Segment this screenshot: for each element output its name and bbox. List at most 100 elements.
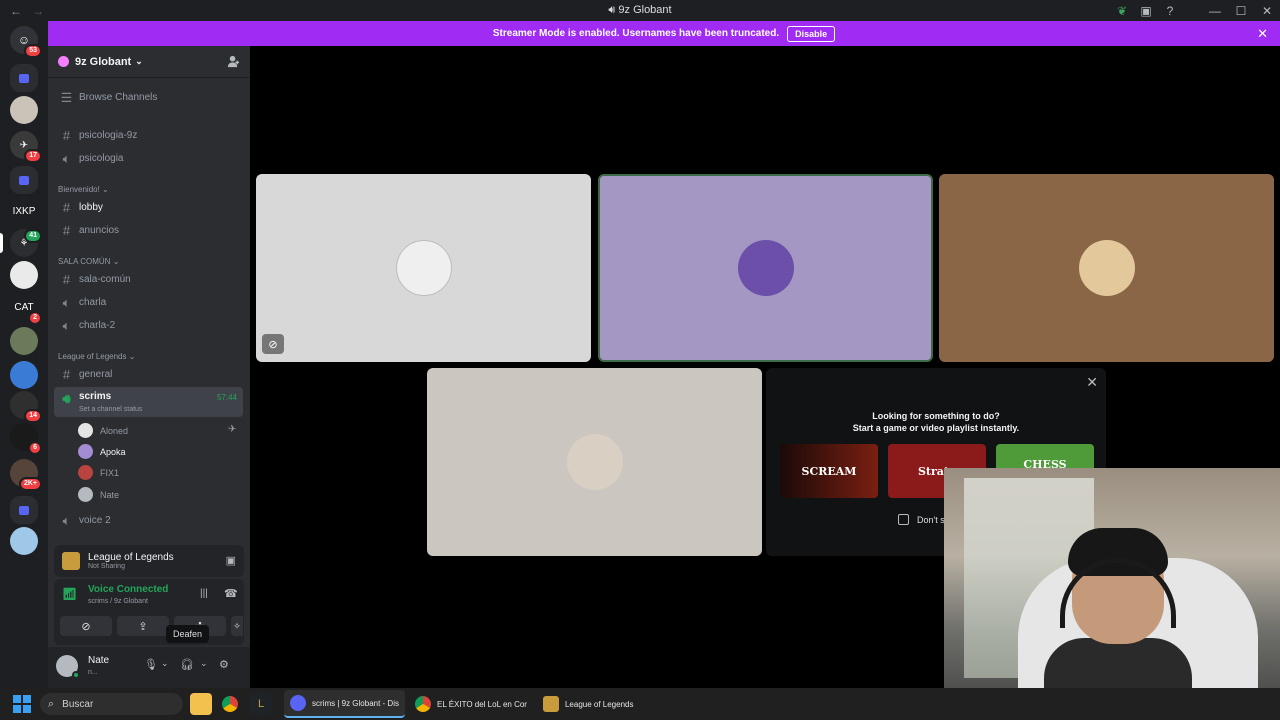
share-screen-button[interactable]: ⇪ xyxy=(117,616,169,636)
chrome-icon[interactable] xyxy=(222,696,238,712)
disable-streamer-button[interactable]: Disable xyxy=(787,25,836,42)
title-bar: ← → 🔊︎ 9z Globant ❦ ▣ ? — ☐ ✕ xyxy=(0,0,1280,21)
taskbar-search[interactable]: ⌕ Buscar xyxy=(40,693,183,715)
participant-tile-speaking[interactable] xyxy=(598,174,933,362)
file-explorer-icon[interactable] xyxy=(190,693,212,715)
close-icon[interactable]: ✕ xyxy=(1086,374,1098,391)
channel-label: charla-2 xyxy=(79,320,116,331)
noise-suppression-icon[interactable]: ||| xyxy=(200,588,208,599)
guild-item-ixkp[interactable]: IXKP xyxy=(10,197,38,225)
taskbar-window-label: scrims | 9z Globant - Dis xyxy=(312,698,399,708)
channel-status[interactable]: Set a channel status xyxy=(79,406,142,413)
guild-item[interactable] xyxy=(10,96,38,124)
voice-user[interactable]: Nate xyxy=(78,484,119,505)
back-arrow-icon[interactable]: ← xyxy=(10,4,22,18)
channel-psicologia[interactable]: 🔈︎ psicologia xyxy=(54,148,243,169)
taskbar-window-discord[interactable]: scrims | 9z Globant - Dis xyxy=(284,690,405,718)
voice-timer: 57:44 xyxy=(216,393,237,402)
disconnect-icon[interactable]: ☎ xyxy=(224,587,238,600)
guild-item[interactable]: ✈ 17 xyxy=(10,131,42,163)
channel-sala-comun[interactable]: # sala-común xyxy=(54,269,243,290)
guild-item-cat[interactable]: CAT 2 xyxy=(10,293,42,325)
channel-general[interactable]: # general xyxy=(54,364,243,385)
soundboard-button[interactable]: ✧ xyxy=(231,616,243,636)
forward-arrow-icon[interactable]: → xyxy=(32,4,44,18)
checkbox[interactable] xyxy=(898,514,909,525)
guild-folder[interactable] xyxy=(10,166,38,194)
guild-home[interactable]: ☺ 53 xyxy=(10,26,42,58)
dont-show-checkbox[interactable]: Don't sh xyxy=(898,514,950,525)
guild-folder[interactable] xyxy=(10,496,38,524)
webcam-overlay xyxy=(944,468,1280,720)
guild-item[interactable] xyxy=(10,527,38,555)
game-title: SCREAM xyxy=(801,464,857,478)
voice-user[interactable]: FIX1 xyxy=(78,462,119,483)
windows-taskbar: ⌕ Buscar L scrims | 9z Globant - Dis EL … xyxy=(0,688,1280,720)
taskbar-window-league[interactable]: League of Legends xyxy=(537,690,640,718)
voice-connection-panel: 📶︎ Voice Connected scrims / 9z Globant |… xyxy=(54,579,244,645)
guild-item[interactable]: 14 xyxy=(10,391,42,423)
guild-item[interactable] xyxy=(10,361,38,389)
headphones-icon[interactable]: 🎧︎ xyxy=(180,658,194,671)
guild-selected-pill xyxy=(0,233,3,253)
search-placeholder: Buscar xyxy=(62,698,94,710)
channel-scrims[interactable]: 🔊︎ scrims 57:44 Set a channel status xyxy=(54,387,243,417)
maximize-icon[interactable]: ☐ xyxy=(1228,4,1254,18)
windows-start-icon[interactable] xyxy=(13,695,31,713)
guild-item[interactable]: 6 xyxy=(10,423,42,455)
user-name[interactable]: Nate xyxy=(88,655,109,666)
search-icon: ⌕ xyxy=(48,697,55,710)
browse-channels[interactable]: ☰ Browse Channels xyxy=(54,87,243,108)
channel-charla[interactable]: 🔈︎ charla xyxy=(54,292,243,313)
camera-off-icon: ⊘ xyxy=(81,620,91,633)
participant-tile[interactable]: ⊘ xyxy=(256,174,591,362)
participant-tile[interactable] xyxy=(427,368,762,556)
category-league-of-legends[interactable]: League of Legends ⌄ xyxy=(58,352,135,361)
category-bienvenido[interactable]: Bienvenido! ⌄ xyxy=(58,185,109,194)
signal-icon[interactable]: 📶︎ xyxy=(62,587,77,601)
microphone-icon[interactable]: 🎙︎ xyxy=(144,658,158,671)
participant-tile[interactable] xyxy=(939,174,1274,362)
channel-label: scrims xyxy=(79,391,112,402)
guild-item[interactable]: ⚘ 41 xyxy=(0,229,42,257)
taskbar-window-chrome[interactable]: EL ÉXITO del LoL en Cor xyxy=(409,690,533,718)
guild-folder[interactable] xyxy=(10,64,38,92)
server-name: 9z Globant xyxy=(75,55,132,68)
inbox-icon[interactable]: ▣ xyxy=(1134,4,1158,18)
nitro-leaf-icon[interactable]: ❦ xyxy=(1110,4,1134,18)
server-header[interactable]: 9z Globant ⌄ xyxy=(48,46,250,78)
voice-location[interactable]: scrims / 9z Globant xyxy=(88,598,148,605)
channel-voice-2[interactable]: 🔈︎ voice 2 xyxy=(54,510,243,531)
channel-anuncios[interactable]: # anuncios xyxy=(54,220,243,241)
folder-icon xyxy=(19,175,29,185)
chevron-down-icon[interactable]: ⌄ xyxy=(161,658,169,669)
close-banner-icon[interactable]: ✕ xyxy=(1257,26,1268,42)
category-sala-comun[interactable]: SALA COMÚN ⌄ xyxy=(58,257,119,266)
league-client-icon[interactable]: L xyxy=(250,693,272,715)
channel-charla-2[interactable]: 🔈︎ charla-2 xyxy=(54,315,243,336)
minimize-icon[interactable]: — xyxy=(1202,4,1228,18)
guild-badge: 53 xyxy=(24,44,42,58)
window-title: 🔊︎ 9z Globant xyxy=(0,4,1280,17)
guild-badge: 17 xyxy=(24,149,42,163)
voice-user[interactable]: Apoka xyxy=(78,441,126,462)
channel-psicologia-9z[interactable]: # psicologia-9z xyxy=(54,125,243,146)
streamer-banner-text: Streamer Mode is enabled. Usernames have… xyxy=(492,28,780,39)
guild-item[interactable] xyxy=(10,327,38,355)
settings-gear-icon[interactable]: ⚙ xyxy=(219,658,229,671)
guild-item[interactable] xyxy=(10,261,38,289)
voice-status[interactable]: Voice Connected xyxy=(88,584,168,595)
channel-lobby[interactable]: # lobby xyxy=(54,197,243,218)
game-scream[interactable]: SCREAM xyxy=(780,444,878,498)
screen-share-icon[interactable]: ▣ xyxy=(226,554,236,567)
guild-item[interactable]: 2K+ xyxy=(10,459,42,491)
camera-button[interactable]: ⊘ xyxy=(60,616,112,636)
server-list: ☺ 53 ✈ 17 IXKP ⚘ 41 CAT 2 14 6 2K+ xyxy=(0,21,48,688)
help-icon[interactable]: ? xyxy=(1158,4,1182,18)
voice-user[interactable]: Aloned xyxy=(78,420,128,441)
add-user-icon[interactable] xyxy=(227,55,240,68)
close-window-icon[interactable]: ✕ xyxy=(1254,4,1280,18)
speaker-icon: 🔈︎ xyxy=(62,294,71,310)
chevron-down-icon[interactable]: ⌄ xyxy=(200,658,208,669)
speaker-icon: 🔊︎ xyxy=(62,391,71,406)
